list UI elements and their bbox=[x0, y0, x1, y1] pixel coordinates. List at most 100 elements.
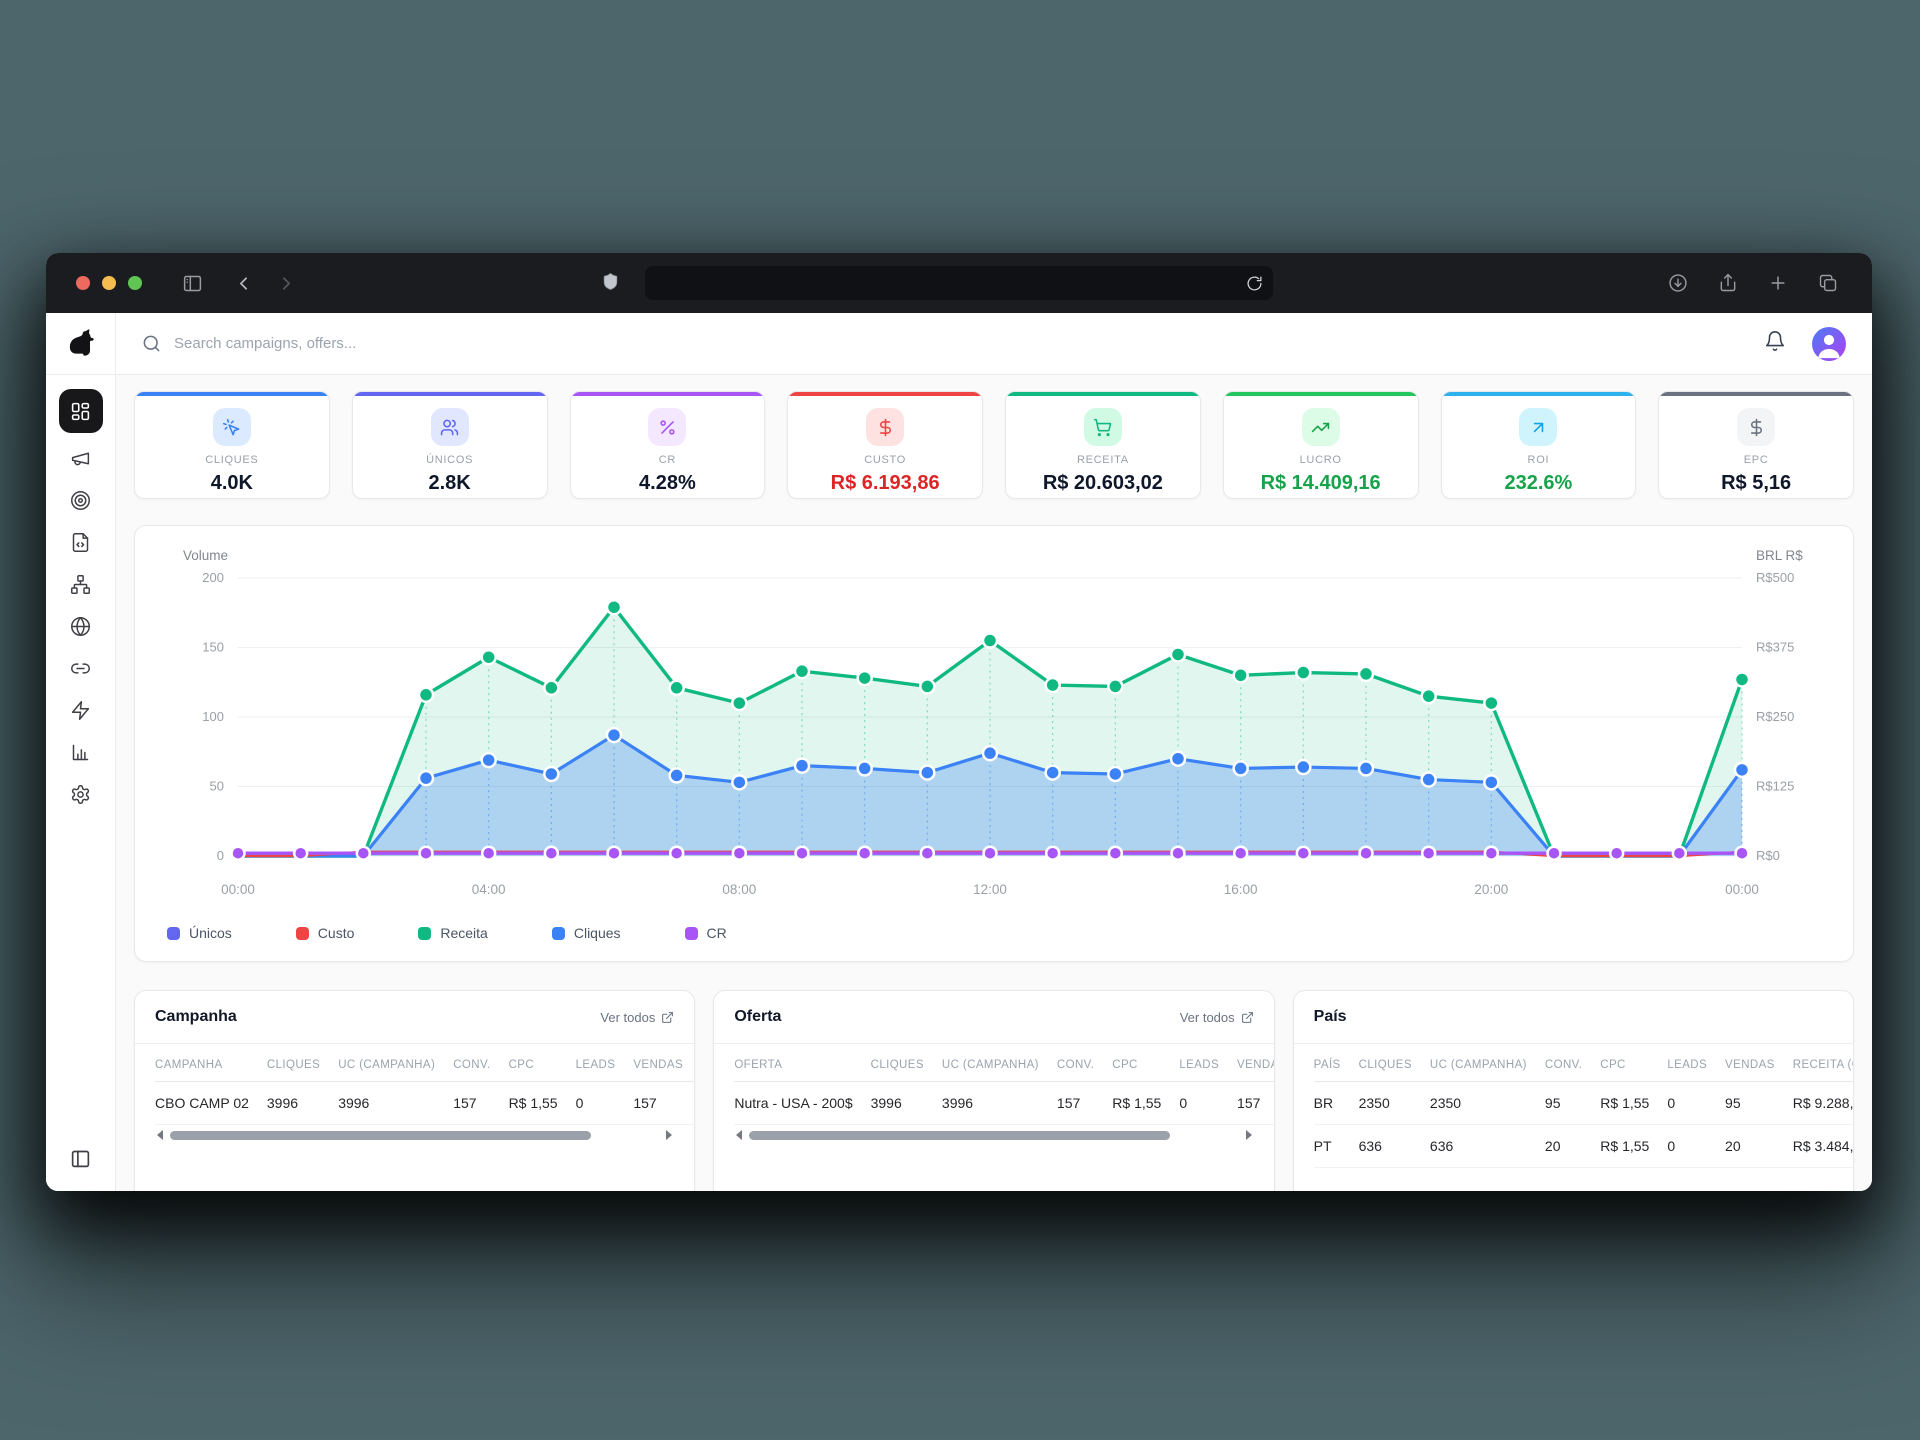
svg-text:200: 200 bbox=[202, 570, 224, 585]
table-cell: R$ 9.288,09 bbox=[1793, 1082, 1853, 1125]
search-bar[interactable]: Search campaigns, offers... bbox=[116, 334, 1764, 353]
legend-swatch bbox=[552, 927, 565, 940]
kpi-accent-bar bbox=[571, 392, 765, 396]
sidebar-item-domains[interactable] bbox=[59, 605, 103, 647]
sidebar-item-automation[interactable] bbox=[59, 689, 103, 731]
sidebar-toggle-icon[interactable] bbox=[182, 273, 203, 294]
table-row[interactable]: Nutra - USA - 200$39963996157R$ 1,550157 bbox=[734, 1082, 1273, 1125]
table-body: OFERTACLIQUESUC (CAMPANHA)CONV.CPCLEADSV… bbox=[714, 1044, 1273, 1140]
sidebar-item-settings[interactable] bbox=[59, 773, 103, 815]
column-header: LEADS bbox=[576, 1046, 634, 1082]
new-tab-icon[interactable] bbox=[1768, 273, 1788, 293]
app-logo[interactable] bbox=[46, 313, 116, 374]
legend-swatch bbox=[685, 927, 698, 940]
table-row[interactable]: BR2350235095R$ 1,55095R$ 9.288,09 bbox=[1314, 1082, 1853, 1125]
kpi-card-custo: CUSTOR$ 6.193,86 bbox=[787, 391, 983, 499]
table-cell: 0 bbox=[1179, 1082, 1237, 1125]
kpi-card-epc: EPC R$ 5,16 bbox=[1658, 391, 1854, 499]
scrollbar-thumb[interactable] bbox=[749, 1131, 1170, 1140]
horizontal-scrollbar[interactable] bbox=[157, 1130, 672, 1140]
avatar[interactable] bbox=[1812, 327, 1846, 361]
kpi-accent-bar bbox=[1006, 392, 1200, 396]
close-button[interactable] bbox=[76, 276, 90, 290]
table-cell: 0 bbox=[576, 1082, 634, 1125]
sidebar-item-funnels[interactable] bbox=[59, 563, 103, 605]
scrollbar-thumb[interactable] bbox=[170, 1131, 591, 1140]
gear-icon bbox=[70, 784, 91, 805]
share-icon[interactable] bbox=[1718, 273, 1738, 293]
table-cell: 157 bbox=[1057, 1082, 1112, 1125]
sidebar-item-collapse-sidebar[interactable] bbox=[59, 1137, 103, 1179]
scroll-left-arrow[interactable] bbox=[736, 1130, 742, 1140]
reload-icon[interactable] bbox=[1246, 275, 1263, 292]
svg-text:04:00: 04:00 bbox=[472, 882, 506, 897]
table-cell: 2350 bbox=[1430, 1082, 1545, 1125]
scroll-right-arrow[interactable] bbox=[666, 1130, 672, 1140]
kpi-icon-chip bbox=[1519, 408, 1557, 446]
table-cell: R$ 1,55 bbox=[1600, 1125, 1667, 1168]
kpi-value: R$ 14.409,16 bbox=[1224, 472, 1418, 495]
globe-icon bbox=[70, 616, 91, 637]
legend-item-receita[interactable]: Receita bbox=[418, 925, 487, 941]
svg-text:R$250: R$250 bbox=[1756, 709, 1794, 724]
column-header: CPC bbox=[1112, 1046, 1179, 1082]
kpi-icon-chip bbox=[1302, 408, 1340, 446]
sidebar-item-links[interactable] bbox=[59, 647, 103, 689]
forward-icon[interactable] bbox=[276, 273, 297, 294]
shield-icon[interactable] bbox=[601, 270, 620, 298]
minimize-button[interactable] bbox=[102, 276, 116, 290]
horizontal-scrollbar[interactable] bbox=[736, 1130, 1251, 1140]
svg-text:BRL R$: BRL R$ bbox=[1756, 548, 1803, 563]
kpi-value: 232.6% bbox=[1442, 472, 1636, 495]
column-header: CONV. bbox=[1545, 1046, 1600, 1082]
table-cell: 157 bbox=[633, 1082, 694, 1125]
kpi-label: EPC bbox=[1659, 454, 1853, 466]
tab-overview-icon[interactable] bbox=[1818, 273, 1838, 293]
kpi-value: R$ 5,16 bbox=[1659, 472, 1853, 495]
column-header: CAMPANHA bbox=[155, 1046, 267, 1082]
scrollbar-track[interactable] bbox=[170, 1131, 659, 1140]
kpi-row: CLIQUES4.0KÚNICOS2.8KCR4.28%CUSTOR$ 6.19… bbox=[134, 391, 1854, 499]
table-cell: R$ 1,55 bbox=[1600, 1082, 1667, 1125]
legend-item-cliques[interactable]: Cliques bbox=[552, 925, 621, 941]
network-icon bbox=[70, 574, 91, 595]
sidebar-item-campaigns[interactable] bbox=[59, 437, 103, 479]
bar-chart-icon bbox=[70, 742, 91, 763]
table-row[interactable]: PT63663620R$ 1,55020R$ 3.484,10 bbox=[1314, 1125, 1853, 1168]
table-cell: 3996 bbox=[942, 1082, 1057, 1125]
column-header: PAÍS bbox=[1314, 1046, 1359, 1082]
table-cell: 636 bbox=[1359, 1125, 1430, 1168]
legend-swatch bbox=[167, 927, 180, 940]
sidebar-item-reports[interactable] bbox=[59, 731, 103, 773]
bell-icon[interactable] bbox=[1764, 330, 1786, 357]
table-row[interactable]: CBO CAMP 0239963996157R$ 1,550157R bbox=[155, 1082, 694, 1125]
column-header: CLIQUES bbox=[1359, 1046, 1430, 1082]
svg-text:00:00: 00:00 bbox=[221, 882, 255, 897]
svg-text:100: 100 bbox=[202, 709, 224, 724]
scrollbar-track[interactable] bbox=[749, 1131, 1238, 1140]
url-bar[interactable] bbox=[645, 266, 1273, 300]
legend-item-custo[interactable]: Custo bbox=[296, 925, 355, 941]
legend-label: Custo bbox=[318, 925, 355, 941]
legend-item-únicos[interactable]: Únicos bbox=[167, 925, 232, 941]
downloads-icon[interactable] bbox=[1668, 273, 1688, 293]
ver-todos-link[interactable]: Ver todos bbox=[600, 1010, 674, 1025]
column-header: LEADS bbox=[1179, 1046, 1237, 1082]
sidebar-item-dashboard[interactable] bbox=[59, 389, 103, 433]
scroll-left-arrow[interactable] bbox=[157, 1130, 163, 1140]
kpi-value: 4.28% bbox=[571, 472, 765, 495]
back-icon[interactable] bbox=[233, 273, 254, 294]
file-code-icon bbox=[70, 532, 91, 553]
app-header: Search campaigns, offers... bbox=[46, 313, 1872, 375]
zoom-button[interactable] bbox=[128, 276, 142, 290]
legend-item-cr[interactable]: CR bbox=[685, 925, 727, 941]
sidebar-item-landers[interactable] bbox=[59, 521, 103, 563]
table-cell: Nutra - USA - 200$ bbox=[734, 1082, 870, 1125]
ver-todos-link[interactable]: Ver todos bbox=[1180, 1010, 1254, 1025]
main-content: CLIQUES4.0KÚNICOS2.8KCR4.28%CUSTOR$ 6.19… bbox=[116, 375, 1872, 1191]
kpi-icon-chip bbox=[1737, 408, 1775, 446]
trending-up-icon bbox=[1311, 418, 1330, 437]
scroll-right-arrow[interactable] bbox=[1246, 1130, 1252, 1140]
sidebar-item-offers[interactable] bbox=[59, 479, 103, 521]
table-card-pais: PaísPAÍSCLIQUESUC (CAMPANHA)CONV.CPCLEAD… bbox=[1293, 990, 1854, 1191]
